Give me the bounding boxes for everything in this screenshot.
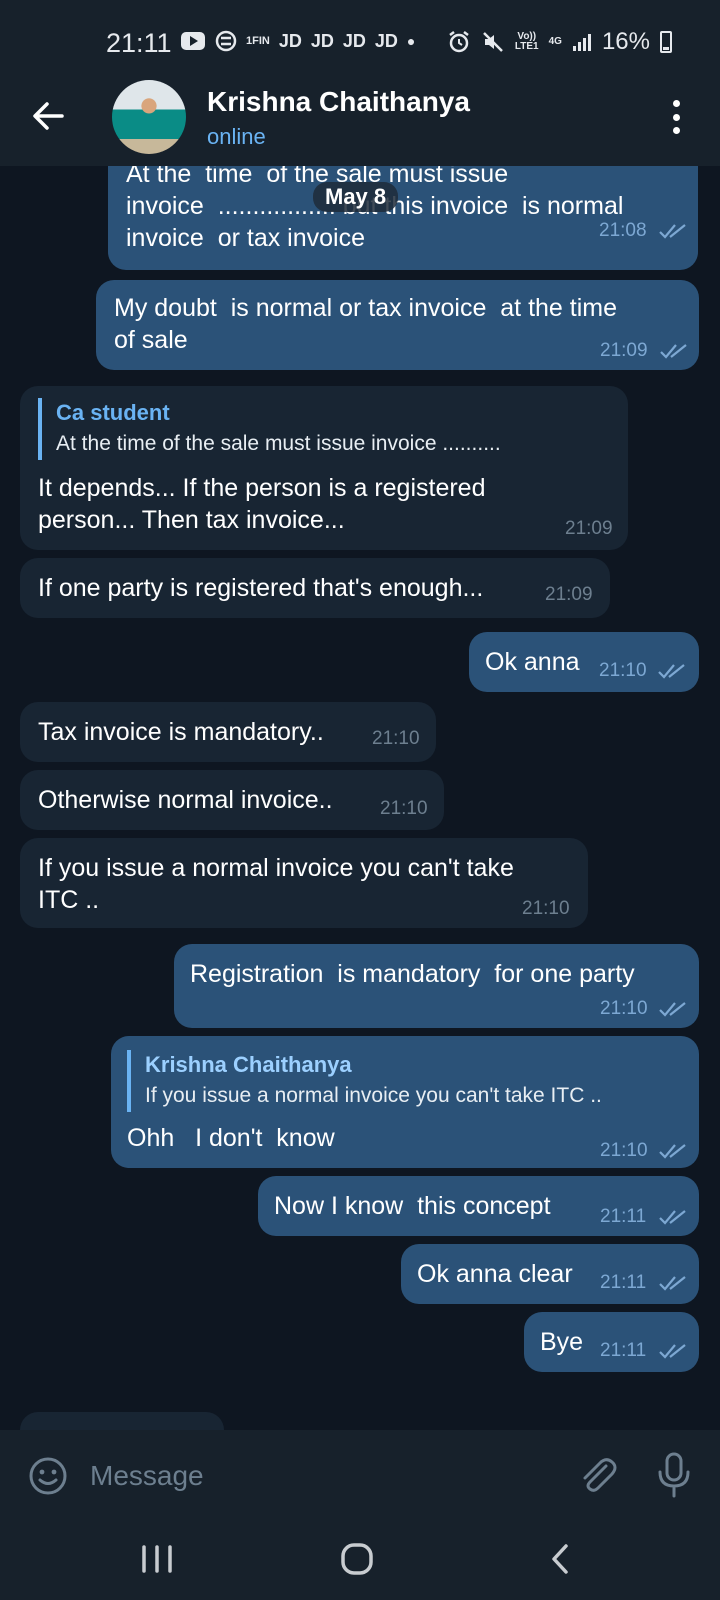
reply-quote[interactable]: Ca student At the time of the sale must … <box>38 398 501 460</box>
message-text: Otherwise normal invoice.. <box>38 786 333 814</box>
read-ticks-icon <box>659 1210 686 1225</box>
message-bubble-outgoing[interactable]: My doubt is normal or tax invoice at the… <box>96 280 699 370</box>
volte-indicator: Vo)) LTE1 <box>514 31 539 52</box>
message-time: 21:08 <box>599 220 647 241</box>
signal-icon <box>572 34 591 51</box>
back-arrow-icon[interactable] <box>30 98 66 134</box>
message-time: 21:10 <box>372 728 420 749</box>
jd-notification: JD <box>342 30 366 51</box>
network-type: 4G <box>548 36 562 47</box>
read-ticks-icon <box>659 1344 686 1359</box>
notification-icons: 1FIN JD JD JD JD ● <box>180 30 415 52</box>
attach-icon[interactable] <box>576 1454 618 1496</box>
message-bubble-incoming[interactable]: Ca student At the time of the sale must … <box>20 386 628 550</box>
message-bubble-incoming[interactable]: Tax invoice is mandatory.. 21:10 <box>20 702 436 762</box>
message-text: Ok anna clear <box>417 1260 573 1288</box>
reply-sender-name: Ca student <box>56 400 170 425</box>
message-bubble-outgoing[interactable]: Ok anna 21:10 <box>469 632 699 692</box>
read-ticks-icon <box>660 344 687 359</box>
message-text: Ohh I don't know <box>127 1124 335 1152</box>
fin-notification: 1FIN <box>246 35 270 47</box>
message-time: 21:10 <box>599 660 647 681</box>
message-time: 21:11 <box>600 1206 647 1227</box>
message-text: If one party is registered that's enough… <box>38 574 484 602</box>
contact-name[interactable]: Krishna Chaithanya <box>207 86 470 118</box>
read-ticks-icon <box>659 1144 686 1159</box>
reply-sender-name: Krishna Chaithanya <box>145 1052 352 1077</box>
message-text: Registration is mandatory for one party <box>190 960 635 988</box>
home-icon[interactable] <box>340 1542 374 1576</box>
emoji-icon[interactable] <box>28 1456 68 1496</box>
read-ticks-icon <box>658 664 685 679</box>
status-time: 21:11 <box>106 28 172 58</box>
message-bubble-outgoing[interactable]: At the time of the sale must issue invoi… <box>108 166 698 270</box>
date-label: May 8 <box>313 182 399 212</box>
message-bubble-outgoing[interactable]: Now I know this concept 21:11 <box>258 1176 699 1236</box>
more-options-icon[interactable] <box>672 100 680 134</box>
battery-percent: 16% <box>601 28 650 55</box>
more-notifications-dot-icon: ● <box>406 33 416 49</box>
youtube-icon <box>181 32 205 50</box>
message-time: 21:09 <box>600 340 648 361</box>
message-text: Tax invoice is mandatory.. <box>38 718 324 746</box>
message-time: 21:10 <box>600 998 648 1019</box>
message-text: Ok anna <box>485 648 580 676</box>
message-time: 21:09 <box>545 584 593 605</box>
message-bubble-outgoing[interactable]: Ok anna clear 21:11 <box>401 1244 699 1304</box>
message-text: My doubt is normal or tax invoice at the… <box>114 294 617 354</box>
contact-status: online <box>207 124 266 149</box>
message-input[interactable] <box>90 1452 510 1500</box>
message-time: 21:10 <box>380 798 428 819</box>
message-bubble-incoming[interactable] <box>20 1412 224 1430</box>
message-bubble-incoming[interactable]: If you issue a normal invoice you can't … <box>20 838 588 928</box>
jd-notification: JD <box>310 30 334 51</box>
message-text: Now I know this concept <box>274 1192 551 1220</box>
message-time: 21:11 <box>600 1340 647 1361</box>
read-ticks-icon <box>659 1002 686 1017</box>
reply-preview-text: If you issue a normal invoice you can't … <box>145 1084 602 1107</box>
message-input-bar <box>0 1430 720 1518</box>
reply-preview-text: At the time of the sale must issue invoi… <box>56 432 501 455</box>
message-bubble-incoming[interactable]: If one party is registered that's enough… <box>20 558 610 618</box>
system-navigation-bar <box>0 1518 720 1600</box>
jd-notification: JD <box>374 30 398 51</box>
back-icon[interactable] <box>548 1542 572 1576</box>
message-bubble-outgoing[interactable]: Registration is mandatory for one party … <box>174 944 699 1028</box>
message-bubble-outgoing[interactable]: Bye 21:11 <box>524 1312 699 1372</box>
chat-header: Krishna Chaithanya online <box>0 68 720 166</box>
read-ticks-icon <box>659 1276 686 1291</box>
message-text: If you issue a normal invoice you can't … <box>38 854 514 914</box>
contact-avatar[interactable] <box>112 80 186 154</box>
system-icons: Vo)) LTE1 4G 16% <box>447 28 672 56</box>
message-bubble-incoming[interactable]: Otherwise normal invoice.. 21:10 <box>20 770 444 830</box>
microphone-icon[interactable] <box>656 1452 692 1498</box>
message-time: 21:11 <box>600 1272 647 1293</box>
alarm-icon <box>449 31 469 53</box>
recent-apps-icon[interactable] <box>140 1544 174 1574</box>
chat-messages[interactable]: At the time of the sale must issue invoi… <box>0 166 720 1430</box>
message-time: 21:10 <box>600 1140 648 1161</box>
mute-icon <box>483 32 503 52</box>
reply-quote[interactable]: Krishna Chaithanya If you issue a normal… <box>127 1050 602 1112</box>
message-text: Bye <box>540 1328 584 1356</box>
jd-notification: JD <box>278 30 302 51</box>
status-bar: 21:11 1FIN JD JD JD JD ● Vo)) LTE1 4G 16% <box>0 0 720 68</box>
message-time: 21:10 <box>522 898 570 919</box>
battery-icon <box>660 31 672 53</box>
message-text: It depends... If the person is a registe… <box>38 474 486 534</box>
read-ticks-icon <box>659 224 686 239</box>
message-time: 21:09 <box>565 518 613 539</box>
message-bubble-outgoing[interactable]: Krishna Chaithanya If you issue a normal… <box>111 1036 699 1168</box>
app-notification-icon <box>215 30 237 52</box>
